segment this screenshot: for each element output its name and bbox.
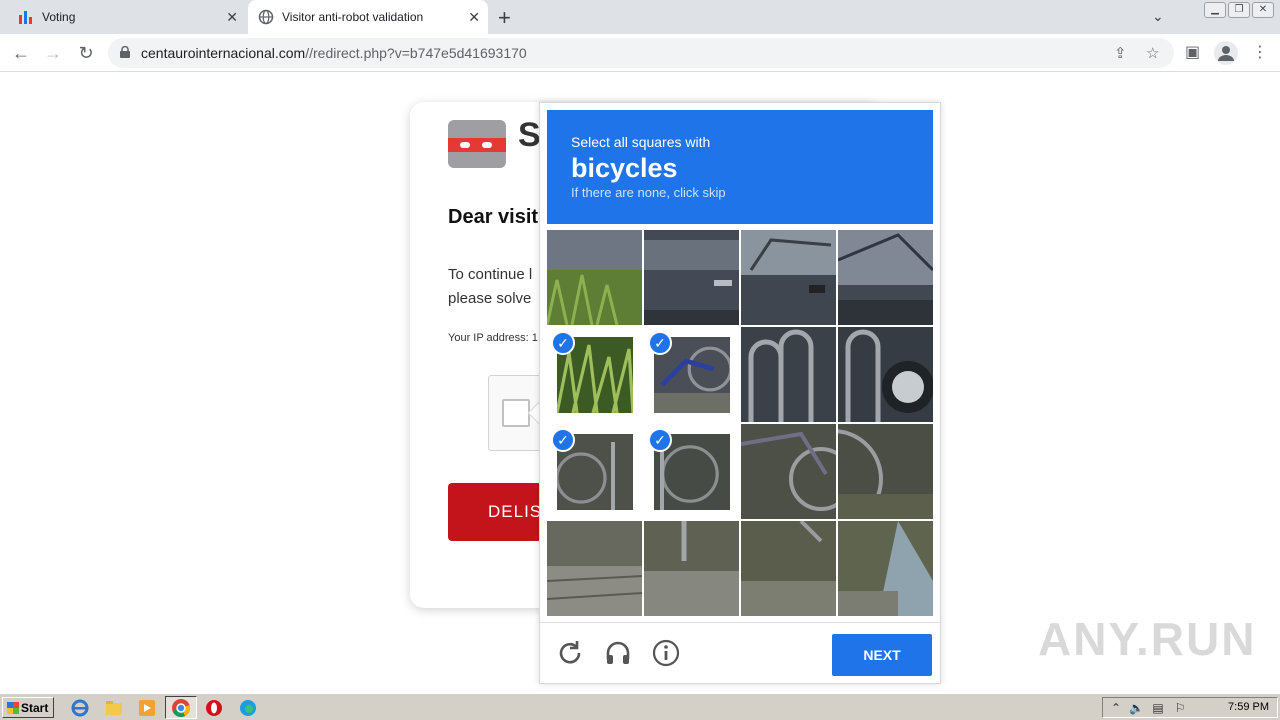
close-tab-icon[interactable]: ✕ <box>226 9 238 26</box>
grid-tile[interactable] <box>741 424 836 519</box>
prompt-hint: If there are none, click skip <box>571 185 726 200</box>
network-icon[interactable]: ▤ <box>1151 701 1165 715</box>
active-taskbar-button[interactable] <box>165 696 197 719</box>
ip-address-label: Your IP address: 1 <box>448 332 538 344</box>
grid-tile-selected[interactable]: ✓ <box>644 424 739 519</box>
opera-icon[interactable] <box>204 698 224 718</box>
tab-title: Voting <box>42 10 76 24</box>
challenge-footer: NEXT <box>540 622 940 684</box>
system-tray: ⌃ 🔈 ▤ ⚐ 7:59 PM <box>1102 697 1278 718</box>
grid-tile[interactable] <box>741 521 836 616</box>
grid-tile[interactable] <box>741 327 836 422</box>
tab-title: Visitor anti-robot validation <box>282 10 424 24</box>
checkmark-icon: ✓ <box>648 331 672 355</box>
profile-avatar-icon[interactable] <box>1214 41 1238 65</box>
taskbar: Start ⌃ 🔈 ▤ ⚐ 7:59 PM <box>0 693 1280 720</box>
kebab-menu-icon[interactable]: ⋮ <box>1252 42 1268 62</box>
grid-tile[interactable] <box>838 327 933 422</box>
bookmark-star-icon[interactable]: ☆ <box>1146 44 1159 62</box>
windows-flag-icon <box>7 702 19 714</box>
grid-tile[interactable] <box>644 230 739 325</box>
url-host: centaurointernacional.com <box>141 45 306 61</box>
checkmark-icon: ✓ <box>648 428 672 452</box>
refresh-icon[interactable] <box>556 639 584 667</box>
tab-voting[interactable]: Voting ✕ <box>8 0 246 34</box>
volume-icon[interactable]: 🔈 <box>1129 701 1144 715</box>
start-button[interactable]: Start <box>2 697 54 718</box>
grid-tile[interactable] <box>741 230 836 325</box>
url-text: centaurointernacional.com//redirect.php?… <box>141 45 527 61</box>
next-button[interactable]: NEXT <box>832 634 932 676</box>
chrome-icon <box>172 699 191 717</box>
restore-icon[interactable]: ❐ <box>1228 2 1250 18</box>
grid-tile[interactable] <box>547 521 642 616</box>
forward-arrow-icon[interactable]: → <box>42 42 64 64</box>
media-player-icon[interactable] <box>137 698 157 718</box>
captcha-challenge: Select all squares with bicycles If ther… <box>539 102 941 684</box>
back-arrow-icon[interactable]: ← <box>10 42 32 64</box>
info-icon[interactable] <box>652 639 680 667</box>
clock: 7:59 PM <box>1228 701 1269 713</box>
close-window-icon[interactable]: ✕ <box>1252 2 1274 18</box>
tab-strip: Voting ✕ Visitor anti-robot validation ✕… <box>0 0 1280 34</box>
checkmark-icon: ✓ <box>551 331 575 355</box>
watermark: ANY.RUN <box>1038 613 1257 665</box>
flag-icon[interactable]: ⚐ <box>1173 701 1187 715</box>
grid-tile[interactable] <box>838 424 933 519</box>
new-tab-icon[interactable]: + <box>498 5 511 31</box>
headphones-icon[interactable] <box>604 639 632 667</box>
chevron-up-icon[interactable]: ⌃ <box>1109 701 1123 715</box>
lock-icon <box>120 46 130 58</box>
instruction-line-2: please solve <box>448 290 532 307</box>
share-icon[interactable]: ⇪ <box>1114 44 1127 62</box>
edge-icon[interactable] <box>238 698 258 718</box>
prompt-instruction: Select all squares with <box>571 134 711 150</box>
start-label: Start <box>21 701 49 715</box>
window-controls: ▁ ❐ ✕ <box>1204 2 1274 18</box>
prompt-object: bicycles <box>571 153 678 183</box>
logo-text: S <box>518 116 541 154</box>
side-panel-icon[interactable]: ▣ <box>1185 42 1200 62</box>
chevron-down-icon[interactable]: ⌄ <box>1152 8 1164 25</box>
grid-tile-selected[interactable]: ✓ <box>644 327 739 422</box>
browser-toolbar: ← → ↻ centaurointernacional.com//redirec… <box>0 34 1280 72</box>
voting-favicon-icon <box>18 9 34 25</box>
close-tab-icon[interactable]: ✕ <box>468 9 480 26</box>
captcha-checkbox[interactable] <box>502 399 530 427</box>
tab-visitor-validation[interactable]: Visitor anti-robot validation ✕ <box>248 0 488 34</box>
image-grid: ✓ ✓ ✓ ✓ <box>547 230 933 616</box>
grid-tile[interactable] <box>838 521 933 616</box>
grid-tile-selected[interactable]: ✓ <box>547 424 642 519</box>
challenge-prompt: Select all squares with bicycles If ther… <box>547 110 933 224</box>
grid-tile-selected[interactable]: ✓ <box>547 327 642 422</box>
minimize-icon[interactable]: ▁ <box>1204 2 1226 18</box>
grid-tile[interactable] <box>644 521 739 616</box>
globe-icon <box>258 9 274 25</box>
grid-tile[interactable] <box>547 230 642 325</box>
folder-icon[interactable] <box>104 698 124 718</box>
ninja-logo-icon <box>448 120 506 168</box>
address-bar[interactable]: centaurointernacional.com//redirect.php?… <box>108 38 1174 68</box>
grid-tile[interactable] <box>838 230 933 325</box>
instruction-line-1: To continue l <box>448 266 533 283</box>
checkmark-icon: ✓ <box>551 428 575 452</box>
page-heading: Dear visit <box>448 206 539 228</box>
ie-icon[interactable] <box>70 698 90 718</box>
reload-icon[interactable]: ↻ <box>75 42 97 64</box>
url-path: //redirect.php?v=b747e5d41693170 <box>305 45 527 61</box>
